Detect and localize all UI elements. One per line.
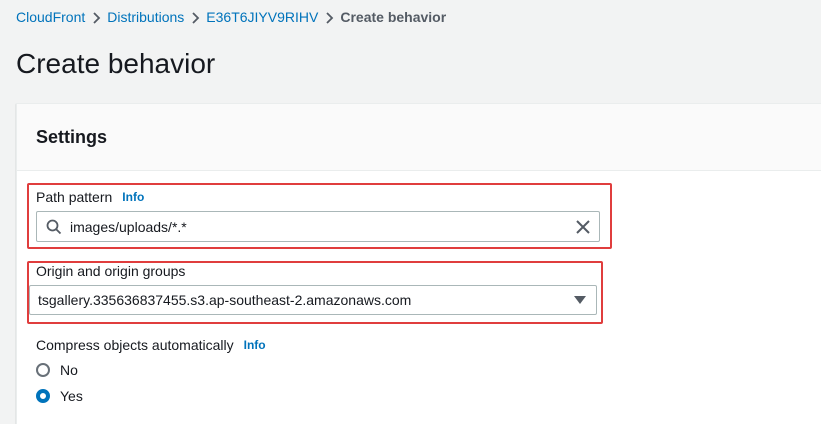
search-icon bbox=[46, 219, 62, 235]
breadcrumb-current: Create behavior bbox=[340, 9, 447, 25]
chevron-right-icon bbox=[184, 9, 206, 25]
compress-option-no[interactable]: No bbox=[36, 362, 78, 378]
path-pattern-label: Path pattern bbox=[36, 189, 113, 205]
compress-label-row: Compress objects automatically Info bbox=[36, 337, 266, 353]
compress-label: Compress objects automatically bbox=[36, 337, 234, 353]
compress-option-yes-label: Yes bbox=[60, 388, 83, 404]
path-pattern-label-row: Path pattern Info bbox=[36, 189, 144, 205]
settings-title: Settings bbox=[36, 126, 108, 147]
origin-label: Origin and origin groups bbox=[36, 263, 186, 279]
compress-option-no-label: No bbox=[60, 362, 78, 378]
settings-header: Settings bbox=[17, 104, 821, 171]
caret-down-icon bbox=[574, 296, 586, 304]
origin-select-value[interactable]: tsgallery.335636837455.s3.ap-southeast-2… bbox=[38, 292, 574, 308]
origin-label-row: Origin and origin groups bbox=[36, 263, 185, 281]
breadcrumb-cloudfront-link[interactable]: CloudFront bbox=[16, 9, 85, 25]
radio-no[interactable] bbox=[36, 363, 50, 377]
chevron-right-icon bbox=[318, 9, 340, 25]
compress-info-link[interactable]: Info bbox=[244, 338, 266, 352]
path-pattern-value[interactable]: images/uploads/*.* bbox=[70, 219, 575, 235]
path-pattern-info-link[interactable]: Info bbox=[122, 190, 144, 204]
breadcrumb: CloudFront Distributions E36T6JIYV9RIHV … bbox=[16, 9, 446, 25]
page-title: Create behavior bbox=[16, 48, 216, 79]
chevron-right-icon bbox=[85, 9, 107, 25]
close-icon[interactable] bbox=[575, 219, 591, 235]
breadcrumb-distribution-id-link[interactable]: E36T6JIYV9RIHV bbox=[206, 9, 318, 25]
radio-yes[interactable] bbox=[36, 389, 50, 403]
path-pattern-input[interactable]: images/uploads/*.* bbox=[36, 211, 600, 242]
compress-option-yes[interactable]: Yes bbox=[36, 388, 83, 404]
breadcrumb-distributions-link[interactable]: Distributions bbox=[107, 9, 184, 25]
origin-select[interactable]: tsgallery.335636837455.s3.ap-southeast-2… bbox=[29, 285, 597, 315]
